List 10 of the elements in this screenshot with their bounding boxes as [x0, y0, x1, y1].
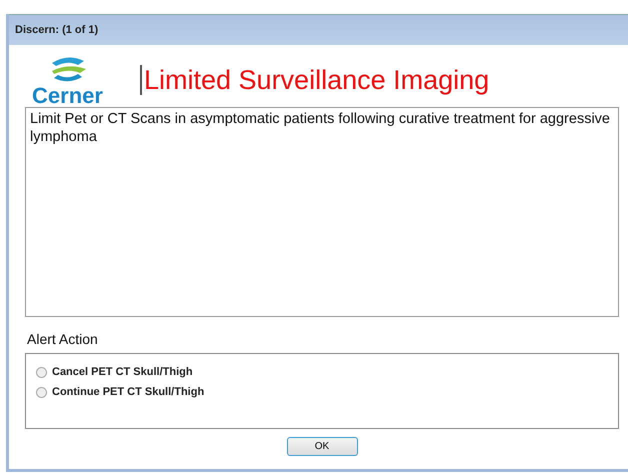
window-title: Discern: (1 of 1) [15, 24, 98, 36]
radio-option[interactable]: Cancel PET CT Skull/Thigh [36, 366, 608, 378]
logo-text: Cerner [32, 85, 103, 107]
radio-option[interactable]: Continue PET CT Skull/Thigh [36, 386, 608, 398]
radio-icon[interactable] [36, 386, 47, 398]
ok-button[interactable]: OK [286, 437, 358, 456]
radio-icon[interactable] [36, 366, 47, 378]
alert-title: Limited Surveillance Imaging [140, 65, 490, 95]
alert-action-label: Alert Action [27, 331, 99, 347]
message-text: Limit Pet or CT Scans in asymptomatic patients following curative treatment for aggressive lymphoma [30, 111, 610, 145]
